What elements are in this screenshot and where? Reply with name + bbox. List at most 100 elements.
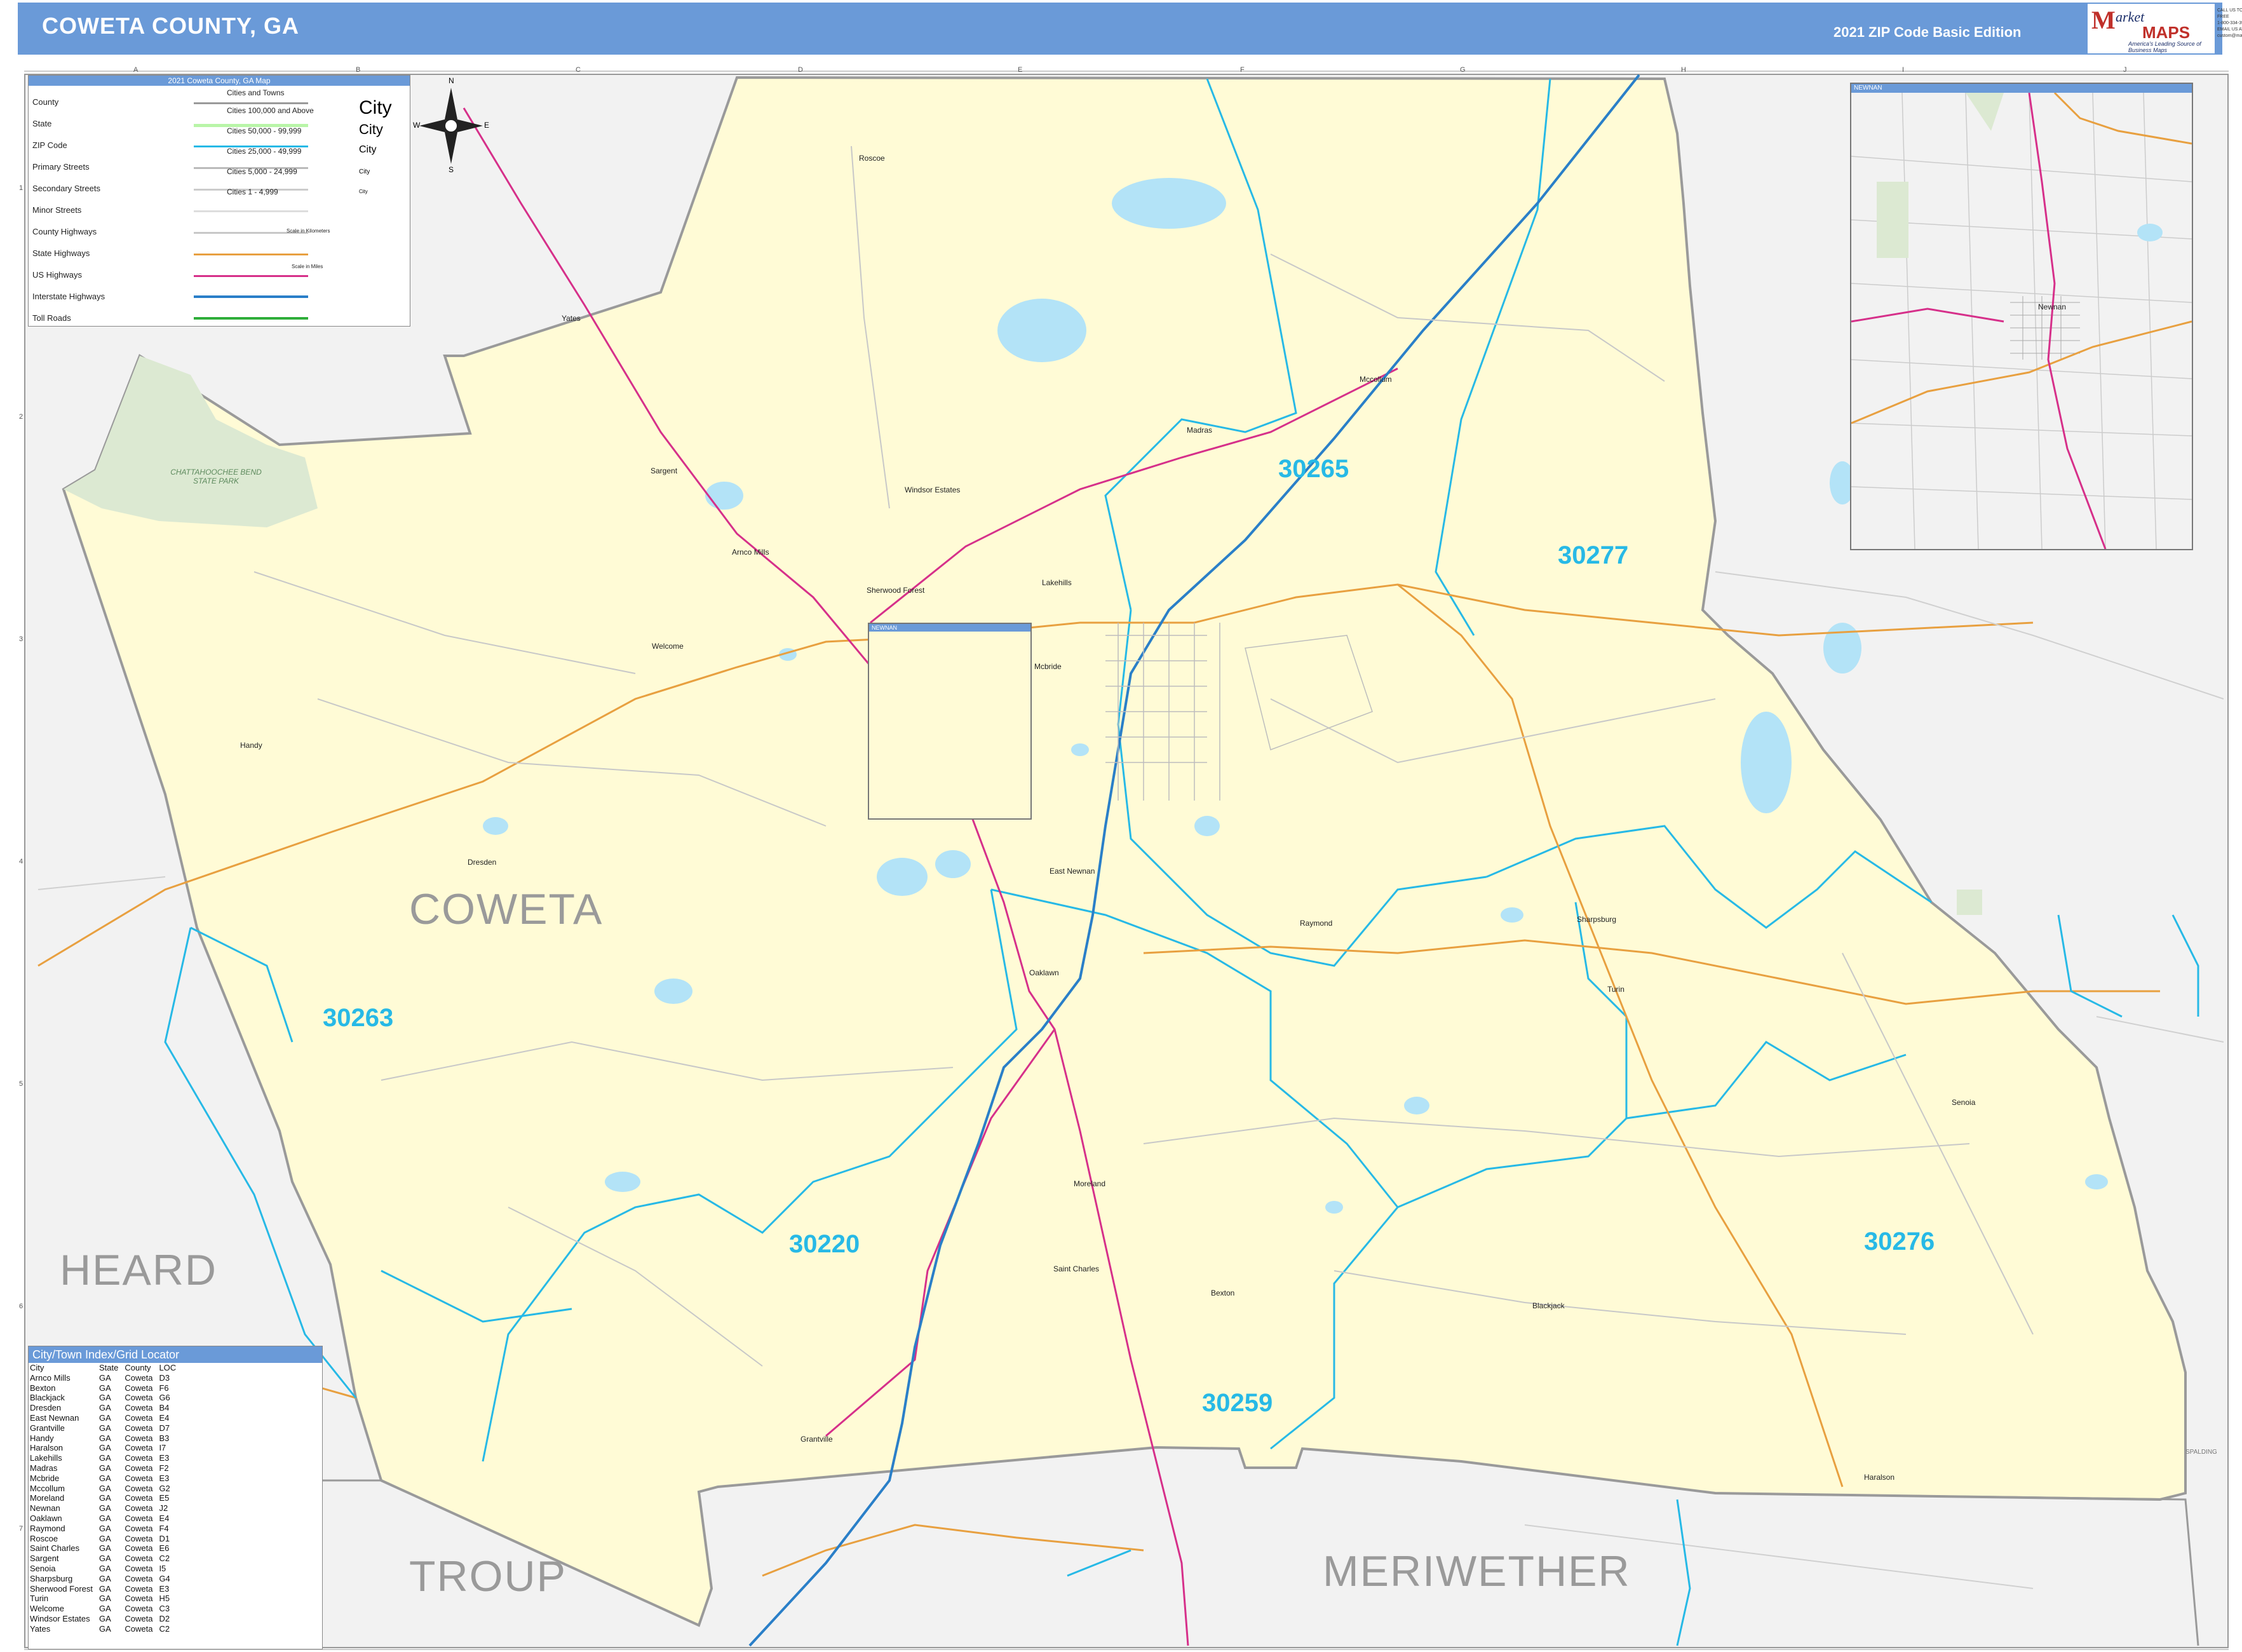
place-label: Haralson	[1864, 1473, 1895, 1482]
city-index: City/Town Index/Grid Locator City State …	[28, 1346, 323, 1649]
index-cell: GA	[99, 1554, 111, 1564]
county-label-spalding: SPALDING	[2185, 1449, 2217, 1456]
newnan-inset-outline[interactable]: NEWNAN	[868, 623, 1032, 820]
index-cell: Moreland	[30, 1493, 65, 1503]
place-label: Windsor Estates	[905, 485, 961, 494]
index-cell: GA	[99, 1463, 111, 1473]
legend-scale-mi: Scale in Miles	[292, 264, 323, 269]
legend-city-label: Cities 1 - 4,999	[227, 187, 278, 196]
index-cell: Newnan	[30, 1503, 60, 1513]
index-cell: Coweta	[125, 1503, 153, 1513]
index-cell: Coweta	[125, 1372, 153, 1383]
index-cell: Coweta	[125, 1543, 153, 1554]
index-cell: Coweta	[125, 1433, 153, 1443]
index-row: Roscoe GA Coweta D1	[30, 1534, 182, 1544]
index-row: Raymond GA Coweta F4	[30, 1524, 182, 1534]
index-cell: Coweta	[125, 1513, 153, 1523]
index-cell: Arnco Mills	[30, 1372, 71, 1383]
index-cell: Blackjack	[30, 1393, 65, 1403]
county-label-troup: TROUP	[409, 1552, 567, 1601]
index-cell: Coweta	[125, 1412, 153, 1423]
grid-col-label: I	[1902, 66, 1905, 74]
index-cell: Saint Charles	[30, 1543, 80, 1554]
legend-cities-heading: Cities and Towns	[227, 88, 285, 97]
legend-swatch	[194, 210, 308, 212]
map-legend: 2021 Coweta County, GA Map County State …	[28, 75, 410, 327]
index-cell: GA	[99, 1623, 111, 1634]
index-row: Moreland GA Coweta E5	[30, 1493, 182, 1503]
legend-label: County	[32, 97, 59, 107]
legend-city-label: Cities 25,000 - 49,999	[227, 147, 302, 156]
place-label: Sargent	[651, 466, 678, 475]
index-cell: Raymond	[30, 1523, 65, 1533]
county-label-meriwether: MERIWETHER	[1323, 1547, 1631, 1595]
grid-col-label: B	[356, 66, 361, 74]
index-cell: GA	[99, 1372, 111, 1383]
index-cell: Senoia	[30, 1563, 56, 1573]
index-cell: G4	[159, 1573, 170, 1583]
index-cell: GA	[99, 1483, 111, 1493]
index-cell: Haralson	[30, 1443, 64, 1453]
index-cell: Coweta	[125, 1393, 153, 1403]
legend-city-sample: City	[359, 97, 392, 118]
index-cell: GA	[99, 1543, 111, 1554]
place-label: Senoia	[1952, 1098, 1976, 1107]
compass-rose: N S W E	[407, 75, 496, 177]
legend-label: Toll Roads	[32, 313, 71, 323]
index-cell: GA	[99, 1453, 111, 1463]
legend-city-label: Cities 100,000 and Above	[227, 106, 314, 115]
index-cell: Mcbride	[30, 1473, 60, 1483]
index-cell: J2	[159, 1503, 168, 1513]
index-cell: GA	[99, 1513, 111, 1523]
index-row: Mcbride GA Coweta E3	[30, 1473, 182, 1484]
grid-col-label: C	[576, 66, 581, 74]
index-cell: F2	[159, 1463, 169, 1473]
grid-row-label: 5	[19, 1080, 24, 1088]
index-row: Yates GA Coweta C2	[30, 1624, 182, 1634]
legend-label: State	[32, 119, 52, 128]
index-cell: GA	[99, 1523, 111, 1533]
index-cell: Sharpsburg	[30, 1573, 73, 1583]
zip-label: 30220	[789, 1230, 860, 1258]
index-cell: C2	[159, 1623, 170, 1634]
index-cell: Madras	[30, 1463, 58, 1473]
index-cell: GA	[99, 1412, 111, 1423]
index-cell: Coweta	[125, 1604, 153, 1614]
index-cell: Coweta	[125, 1403, 153, 1413]
index-cell: GA	[99, 1393, 111, 1403]
park-label: CHATTAHOOCHEE BEND STATE PARK	[170, 468, 262, 485]
index-cell: E4	[159, 1513, 170, 1523]
index-row: Mccollum GA Coweta G2	[30, 1484, 182, 1494]
index-cell: Roscoe	[30, 1533, 58, 1543]
place-label: Handy	[240, 741, 262, 750]
index-cell: GA	[99, 1594, 111, 1604]
index-cell: Welcome	[30, 1604, 64, 1614]
index-cell: C3	[159, 1604, 170, 1614]
place-label: Arnco Mills	[732, 548, 769, 557]
place-label: Sharpsburg	[1577, 915, 1617, 924]
place-label: Roscoe	[859, 154, 885, 163]
index-cell: Grantville	[30, 1423, 65, 1433]
place-label: Saint Charles	[1053, 1264, 1100, 1273]
index-header-row: City State County LOC	[30, 1363, 182, 1373]
index-cell: Coweta	[125, 1573, 153, 1583]
index-cell: Coweta	[125, 1463, 153, 1473]
newnan-inset-map[interactable]: NEWNAN Newnan	[1850, 83, 2193, 550]
index-row: Sherwood Forest GA Coweta E3	[30, 1584, 182, 1594]
index-cell: Coweta	[125, 1473, 153, 1483]
compass-e: E	[484, 121, 490, 130]
legend-city-sample: City	[359, 168, 370, 175]
county-label-heard: HEARD	[60, 1246, 218, 1294]
index-header-cell: LOC	[159, 1363, 177, 1372]
index-cell: Handy	[30, 1433, 54, 1443]
index-cell: D7	[159, 1423, 170, 1433]
index-row: Haralson GA Coweta I7	[30, 1443, 182, 1453]
index-cell: GA	[99, 1433, 111, 1443]
index-cell: Coweta	[125, 1483, 153, 1493]
grid-row-label: 3	[19, 635, 24, 643]
index-title: City/Town Index/Grid Locator	[29, 1346, 322, 1363]
index-row: Bexton GA Coweta F6	[30, 1383, 182, 1393]
index-header-cell: City	[30, 1363, 44, 1372]
place-label: Grantville	[800, 1435, 833, 1444]
index-row: Windsor Estates GA Coweta D2	[30, 1614, 182, 1624]
